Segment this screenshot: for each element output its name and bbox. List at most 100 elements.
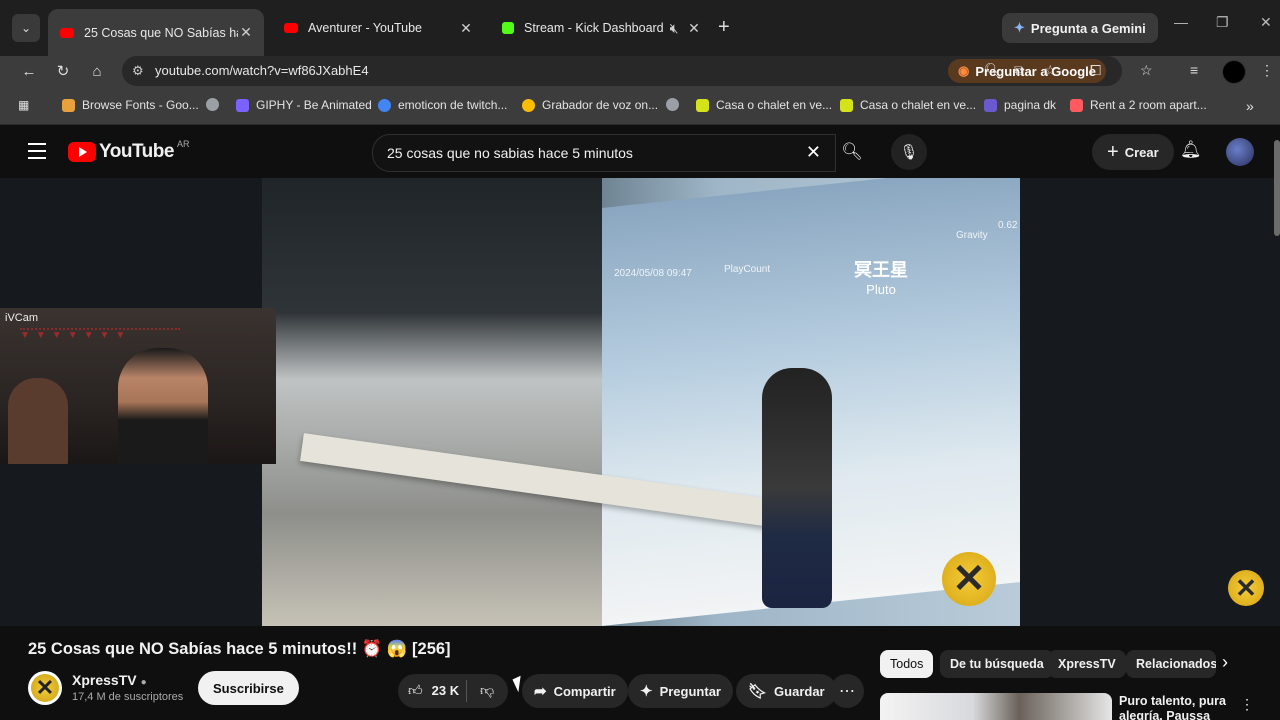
subscribe-button[interactable]: Suscribirse xyxy=(198,671,299,705)
ask-google-button[interactable]: ◉ Preguntar a Google xyxy=(948,59,1106,83)
bookmark-item[interactable]: emoticon de twitch... xyxy=(378,98,507,112)
tab-title: Aventurer - YouTube xyxy=(308,21,422,35)
divider xyxy=(466,680,467,702)
chip-de-tu-busqueda[interactable]: De tu búsqueda xyxy=(940,650,1054,678)
bookmark-item[interactable] xyxy=(206,98,226,111)
bookmark-favicon-icon xyxy=(522,98,535,112)
chip-relacionados[interactable]: Relacionados xyxy=(1126,650,1216,678)
profile-avatar[interactable] xyxy=(1222,60,1246,84)
bunting-decoration: ▼▼▼▼▼▼▼ xyxy=(20,328,180,348)
video-scene-room xyxy=(262,178,602,626)
overlay-playcount: PlayCount xyxy=(724,264,771,275)
bookmark-star-icon[interactable]: ☆ xyxy=(1044,62,1057,79)
dislike-button[interactable]: 👎︎ xyxy=(480,682,494,699)
apps-grid-icon[interactable]: ▦ xyxy=(18,98,29,112)
xpresstv-corner-icon: ✕ xyxy=(1228,570,1264,606)
xpresstv-watermark-icon: ✕ xyxy=(942,552,996,606)
bookmark-item[interactable]: Casa o chalet en ve... xyxy=(840,98,976,112)
install-app-icon[interactable]: ⧉ xyxy=(1014,62,1024,79)
planet-name: Pluto xyxy=(866,282,896,297)
notifications-bell-icon[interactable]: 🔔︎ xyxy=(1180,140,1202,160)
search-box[interactable]: 25 cosas que no sabias hace 5 minutos ✕ xyxy=(372,134,836,172)
recommended-video-title[interactable]: Puro talento, pura alegría. Paussa Lea xyxy=(1119,694,1229,720)
more-actions-button[interactable]: ⋯ xyxy=(830,674,864,708)
video-title: 25 Cosas que NO Sabías hace 5 minutos!! … xyxy=(28,640,451,658)
webcam-overlay: iVCam ▼▼▼▼▼▼▼ xyxy=(0,308,276,464)
search-favicon-icon xyxy=(378,98,391,112)
extensions-icon[interactable]: ⧠ xyxy=(1090,62,1101,79)
like-button[interactable]: 👍︎ 23 K xyxy=(408,682,459,699)
reload-icon[interactable]: ↻ xyxy=(52,61,74,83)
bookmark-icon: 🔖︎ xyxy=(748,683,768,700)
youtube-header: YouTube AR 25 cosas que no sabias hace 5… xyxy=(0,126,1280,178)
subscriber-count: 17,4 M de suscriptores xyxy=(72,691,184,703)
address-bar[interactable]: ⚙ youtube.com/watch?v=wf86JXabhE4 ◉ Preg… xyxy=(122,56,1122,86)
voice-search-button[interactable]: 🎙︎ xyxy=(891,134,927,170)
chip-xpresstv[interactable]: XpressTV xyxy=(1048,650,1126,678)
tab-kick-dashboard[interactable]: Stream - Kick Dashboard 🔇︎ ✕ xyxy=(490,9,712,47)
recommended-more-icon[interactable]: ⋮ xyxy=(1240,696,1254,713)
tab-youtube-video[interactable]: 25 Cosas que NO Sabías hace 5 ✕ xyxy=(48,9,264,56)
browser-tab-bar: ⌄ 25 Cosas que NO Sabías hace 5 ✕ Aventu… xyxy=(0,0,1280,56)
share-button[interactable]: ➦ Compartir xyxy=(522,674,628,708)
bookmarks-bar: ▦ Browse Fonts - Goo... GIPHY - Be Anima… xyxy=(0,88,1280,125)
channel-name-row[interactable]: XpressTV ● xyxy=(72,672,147,688)
zoom-icon[interactable]: 🔍︎ xyxy=(984,62,1002,79)
tab-aventurer[interactable]: Aventurer - YouTube ✕ xyxy=(272,9,484,47)
site-settings-icon[interactable]: ⚙ xyxy=(132,63,144,79)
clear-search-icon[interactable]: ✕ xyxy=(806,142,821,163)
bookmark-item[interactable]: Rent a 2 room apart... xyxy=(1070,98,1207,112)
back-icon[interactable]: ← xyxy=(18,61,40,83)
bookmark-item[interactable]: GIPHY - Be Animated xyxy=(236,98,372,112)
planet-name-jp: 冥王星 xyxy=(854,260,908,280)
channel-avatar[interactable]: ✕ xyxy=(28,671,62,705)
recommended-video-thumbnail[interactable] xyxy=(880,693,1112,720)
youtube-logo[interactable]: YouTube AR xyxy=(68,139,190,163)
video-frame[interactable]: 2024/05/08 09:47 PlayCount Gravity 0.62 … xyxy=(262,178,1020,626)
tab-search-button[interactable]: ⌄ xyxy=(12,14,40,42)
close-tab-icon[interactable]: ✕ xyxy=(458,20,474,37)
menu-kebab-icon[interactable]: ⋮ xyxy=(1260,62,1274,79)
media-control-icon[interactable]: ≡ xyxy=(1190,62,1198,78)
home-icon[interactable]: ⌂ xyxy=(86,61,108,83)
chip-todos[interactable]: Todos xyxy=(880,650,934,678)
bookmark-label: Casa o chalet en ve... xyxy=(860,98,977,112)
video-player[interactable]: 2024/05/08 09:47 PlayCount Gravity 0.62 … xyxy=(0,178,1280,626)
bookmark-item[interactable]: pagina dk xyxy=(984,98,1056,112)
minimize-icon[interactable]: — xyxy=(1174,14,1188,30)
kick-icon xyxy=(502,22,514,34)
streamer-person-right xyxy=(118,348,208,464)
chevron-right-icon[interactable]: › xyxy=(1222,652,1228,673)
share-label: Compartir xyxy=(553,683,616,699)
gemini-button[interactable]: ✦ Pregunta a Gemini xyxy=(1002,13,1158,43)
bookmark-item[interactable] xyxy=(666,98,686,111)
bookmark-label: Browse Fonts - Goo... xyxy=(82,98,199,112)
more-bookmarks-icon[interactable]: » xyxy=(1246,98,1254,114)
ask-button[interactable]: ✦ Preguntar xyxy=(628,674,733,708)
page-scrollbar[interactable] xyxy=(1274,140,1280,236)
account-avatar[interactable] xyxy=(1226,138,1254,166)
url-text: youtube.com/watch?v=wf86JXabhE4 xyxy=(155,63,369,78)
share-icon: ➦ xyxy=(534,683,547,700)
history-icon xyxy=(666,98,679,111)
save-button[interactable]: 🔖︎ Guardar xyxy=(736,674,837,708)
search-input[interactable]: 25 cosas que no sabias hace 5 minutos xyxy=(387,145,633,161)
create-button[interactable]: + Crear xyxy=(1092,134,1174,170)
menu-icon[interactable] xyxy=(28,143,46,164)
close-tab-icon[interactable]: ✕ xyxy=(238,24,254,41)
bookmark-item[interactable]: Grabador de voz on... xyxy=(522,98,658,112)
bookmark-item[interactable]: Casa o chalet en ve... xyxy=(696,98,832,112)
mute-icon[interactable]: 🔇︎ xyxy=(666,20,682,37)
restore-icon[interactable]: ❐ xyxy=(1216,14,1229,31)
xpresstv-logo-icon: ✕ xyxy=(31,674,59,702)
search-button[interactable]: 🔍︎ xyxy=(834,134,870,170)
bookmarks-icon[interactable]: ☆ xyxy=(1140,62,1153,79)
close-window-icon[interactable]: ✕ xyxy=(1260,14,1272,31)
new-tab-button[interactable]: + xyxy=(718,16,730,39)
close-tab-icon[interactable]: ✕ xyxy=(686,20,702,37)
bookmark-label: emoticon de twitch... xyxy=(398,98,508,112)
channel-name[interactable]: XpressTV xyxy=(72,672,137,688)
country-code: AR xyxy=(176,139,190,149)
like-count: 23 K xyxy=(431,683,460,698)
bookmark-item[interactable]: Browse Fonts - Goo... xyxy=(62,98,199,112)
